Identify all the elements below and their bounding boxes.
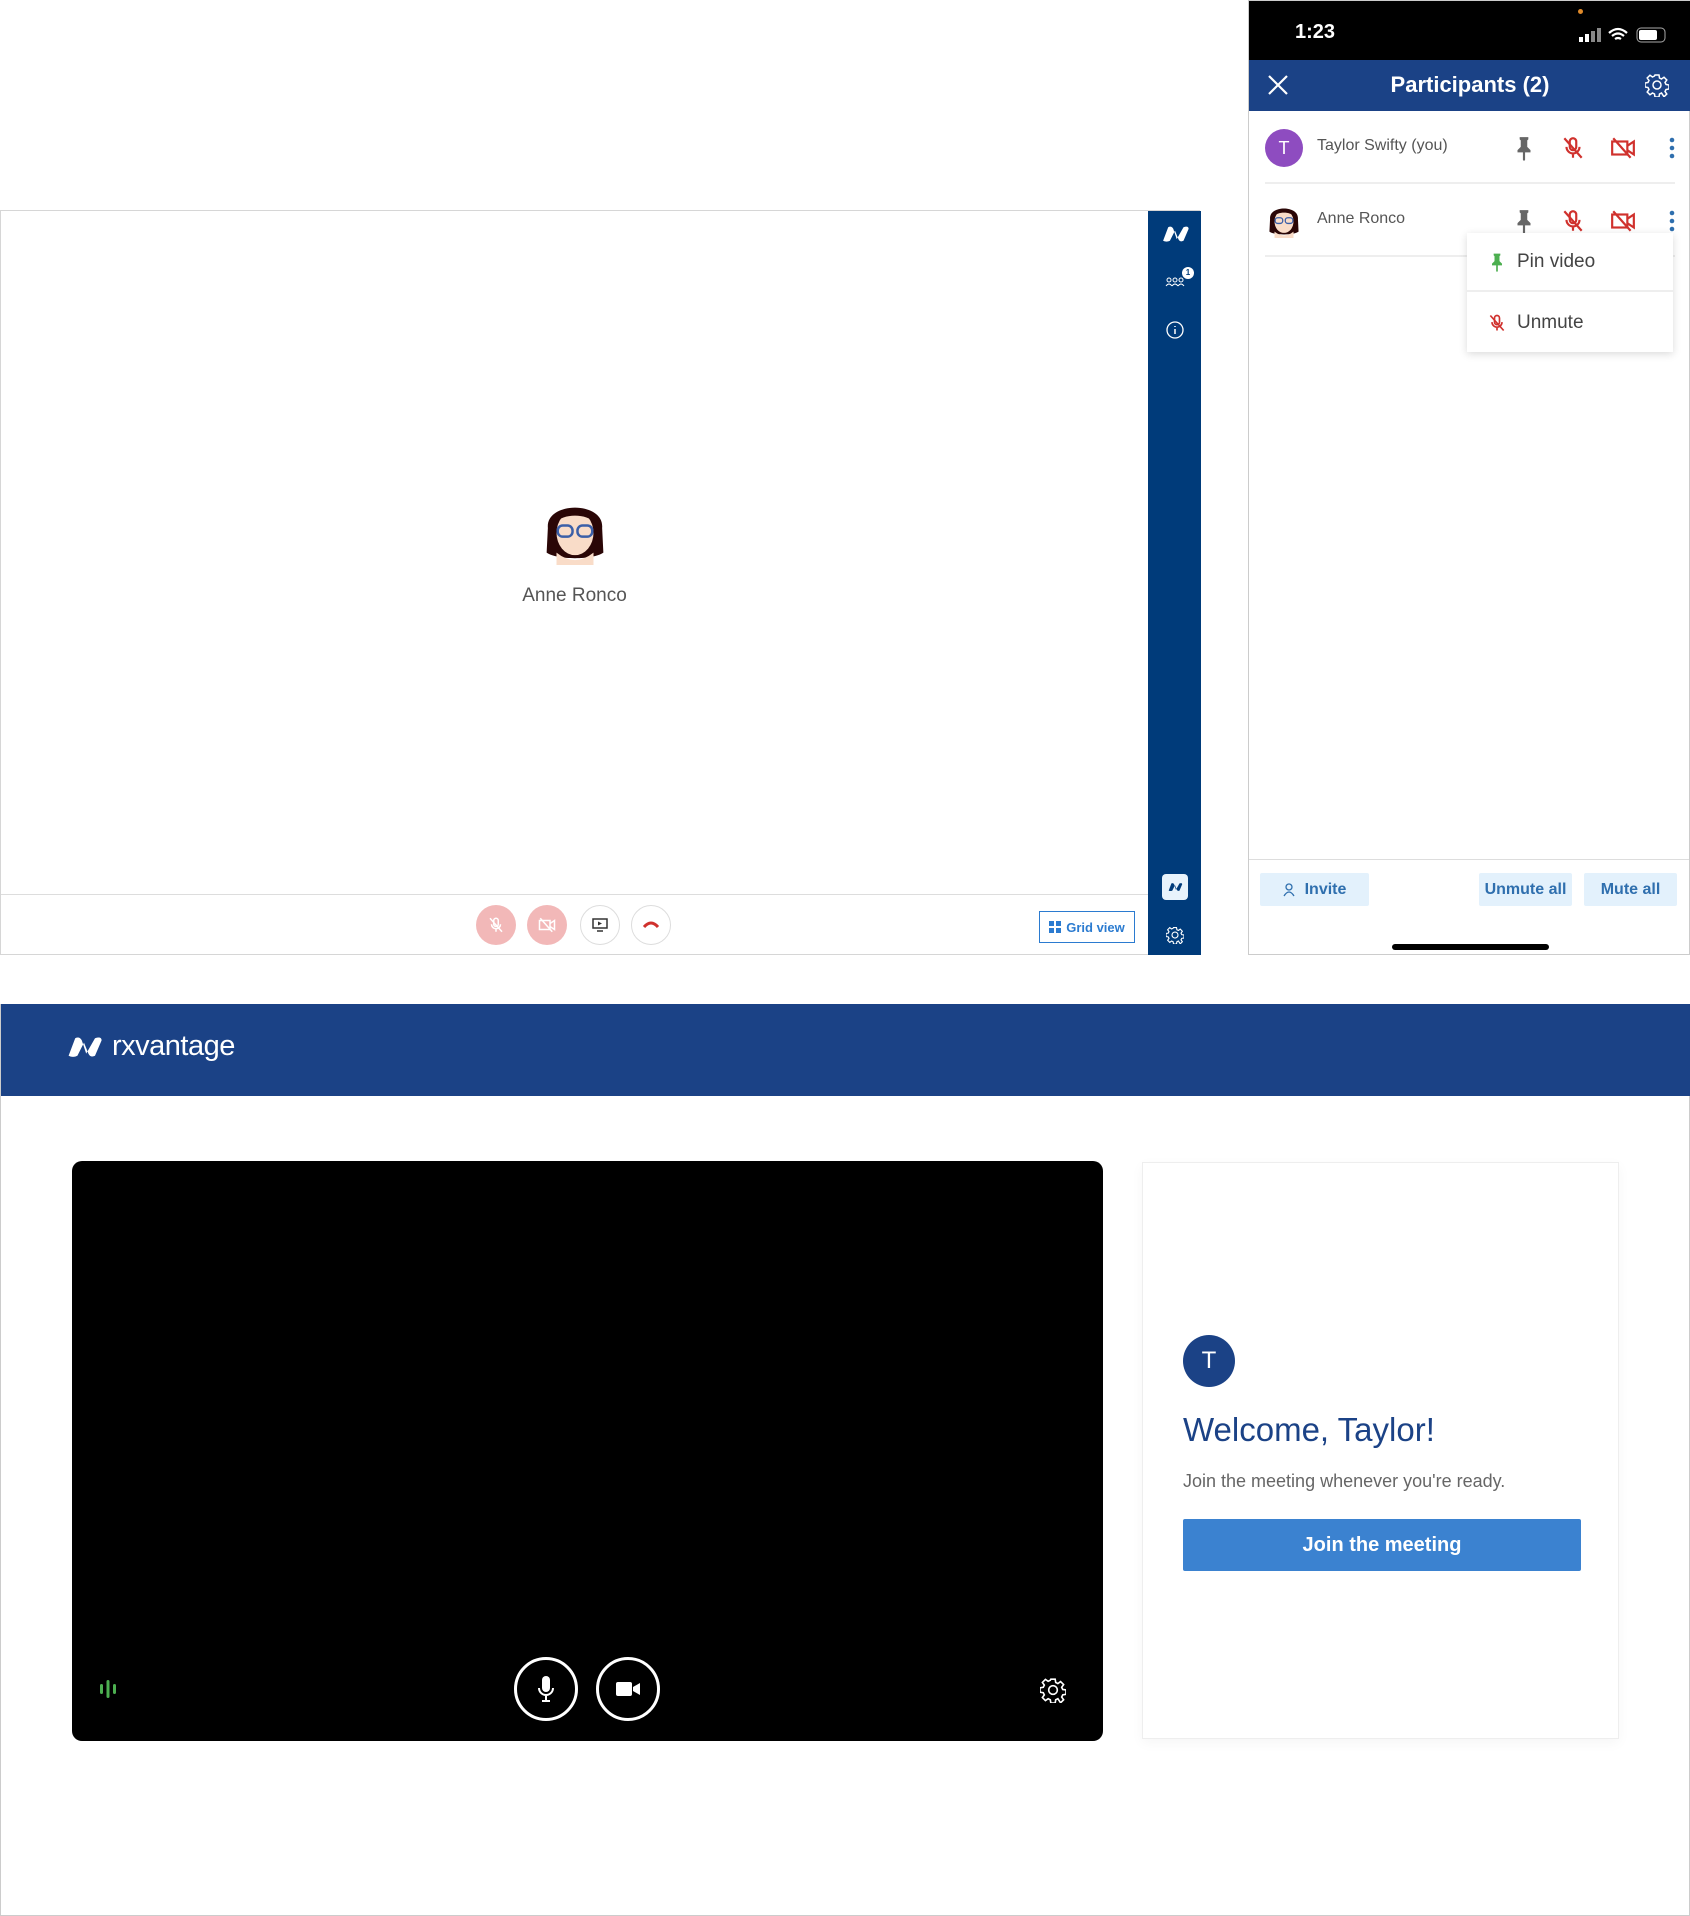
avatar bbox=[1265, 200, 1303, 238]
unmute-all-button[interactable]: Unmute all bbox=[1479, 873, 1572, 906]
app-header: rxvantage bbox=[1, 1004, 1690, 1096]
phone-hangup-icon bbox=[643, 921, 659, 929]
more-options-icon[interactable] bbox=[1659, 135, 1685, 161]
screen-share-icon bbox=[592, 918, 608, 932]
mic-off-icon[interactable] bbox=[1560, 208, 1586, 234]
participants-panel: 1:23 Participants (2) T Taylor Swifty (y… bbox=[1248, 0, 1690, 955]
status-bar: 1:23 bbox=[1249, 1, 1690, 60]
gear-icon[interactable] bbox=[1040, 1677, 1066, 1703]
welcome-subtitle: Join the meeting whenever you're ready. bbox=[1183, 1471, 1506, 1491]
gear-icon[interactable] bbox=[1645, 73, 1669, 97]
hang-up-button[interactable] bbox=[631, 905, 671, 945]
home-indicator bbox=[1392, 944, 1549, 950]
pin-icon[interactable] bbox=[1511, 208, 1537, 234]
mic-off-icon bbox=[1487, 312, 1507, 334]
mic-off-icon[interactable] bbox=[1560, 135, 1586, 161]
call-sidebar: 1 bbox=[1148, 211, 1201, 955]
participant-name: Anne Ronco bbox=[1317, 210, 1406, 227]
participant-avatar bbox=[538, 491, 612, 565]
recording-dot bbox=[1578, 9, 1583, 14]
info-button[interactable] bbox=[1148, 318, 1201, 342]
pin-icon bbox=[1487, 251, 1507, 273]
video-call-window: Anne Ronco Grid view 1 bbox=[0, 210, 1201, 955]
panel-title: Participants (2) bbox=[1390, 72, 1550, 97]
mute-all-button[interactable]: Mute all bbox=[1584, 873, 1677, 906]
grid-view-button[interactable]: Grid view bbox=[1039, 911, 1135, 943]
avatar: T bbox=[1183, 1335, 1235, 1387]
participants-button[interactable]: 1 bbox=[1148, 267, 1201, 293]
app-logo-icon bbox=[1161, 874, 1188, 900]
camera-off-icon[interactable] bbox=[1610, 208, 1636, 234]
participant-context-menu: Pin video Unmute bbox=[1467, 233, 1673, 352]
mute-button[interactable] bbox=[476, 905, 516, 945]
grid-icon bbox=[1049, 921, 1062, 933]
camera-icon bbox=[616, 1682, 640, 1696]
info-icon bbox=[1165, 321, 1184, 339]
camera-off-icon bbox=[538, 916, 556, 934]
lobby-page: rxvantage T Welcome, Taylor! Join the me… bbox=[0, 1004, 1690, 1916]
app-button[interactable] bbox=[1148, 873, 1201, 901]
microphone-icon bbox=[538, 1676, 554, 1702]
camera-button[interactable] bbox=[596, 1657, 660, 1721]
more-options-icon[interactable] bbox=[1659, 208, 1685, 234]
logo-icon bbox=[62, 1033, 106, 1061]
participants-badge: 1 bbox=[1182, 267, 1194, 279]
video-preview bbox=[72, 1161, 1103, 1741]
pin-icon[interactable] bbox=[1511, 135, 1537, 161]
gear-icon bbox=[1166, 926, 1184, 944]
brand-logo: rxvantage bbox=[62, 1030, 235, 1063]
avatar: T bbox=[1265, 129, 1303, 167]
invite-button[interactable]: Invite bbox=[1260, 873, 1369, 906]
mic-off-icon bbox=[487, 916, 505, 934]
panel-footer: Invite Unmute all Mute all bbox=[1249, 859, 1689, 956]
menu-item-pin-video[interactable]: Pin video bbox=[1467, 233, 1673, 292]
menu-item-unmute[interactable]: Unmute bbox=[1467, 293, 1673, 352]
participant-name: Taylor Swifty (you) bbox=[1317, 137, 1448, 154]
clock: 1:23 bbox=[1295, 21, 1336, 43]
camera-off-icon[interactable] bbox=[1610, 135, 1636, 161]
camera-button[interactable] bbox=[527, 905, 567, 945]
welcome-card: T Welcome, Taylor! Join the meeting when… bbox=[1142, 1162, 1619, 1739]
participant-name: Anne Ronco bbox=[522, 585, 627, 606]
join-meeting-button[interactable]: Join the meeting bbox=[1183, 1519, 1581, 1571]
logo-icon bbox=[1148, 219, 1201, 249]
share-screen-button[interactable] bbox=[580, 905, 620, 945]
welcome-heading: Welcome, Taylor! bbox=[1183, 1411, 1435, 1448]
signal-wifi-battery-icon bbox=[1579, 27, 1666, 43]
person-icon bbox=[1283, 882, 1295, 896]
panel-header: Participants (2) bbox=[1249, 60, 1690, 111]
settings-button[interactable] bbox=[1148, 923, 1201, 947]
call-controls: Grid view bbox=[1, 894, 1148, 955]
audio-level-icon bbox=[100, 1680, 116, 1698]
microphone-button[interactable] bbox=[514, 1657, 578, 1721]
participant-row: T Taylor Swifty (you) bbox=[1265, 111, 1675, 184]
video-stage: Anne Ronco bbox=[1, 211, 1148, 894]
